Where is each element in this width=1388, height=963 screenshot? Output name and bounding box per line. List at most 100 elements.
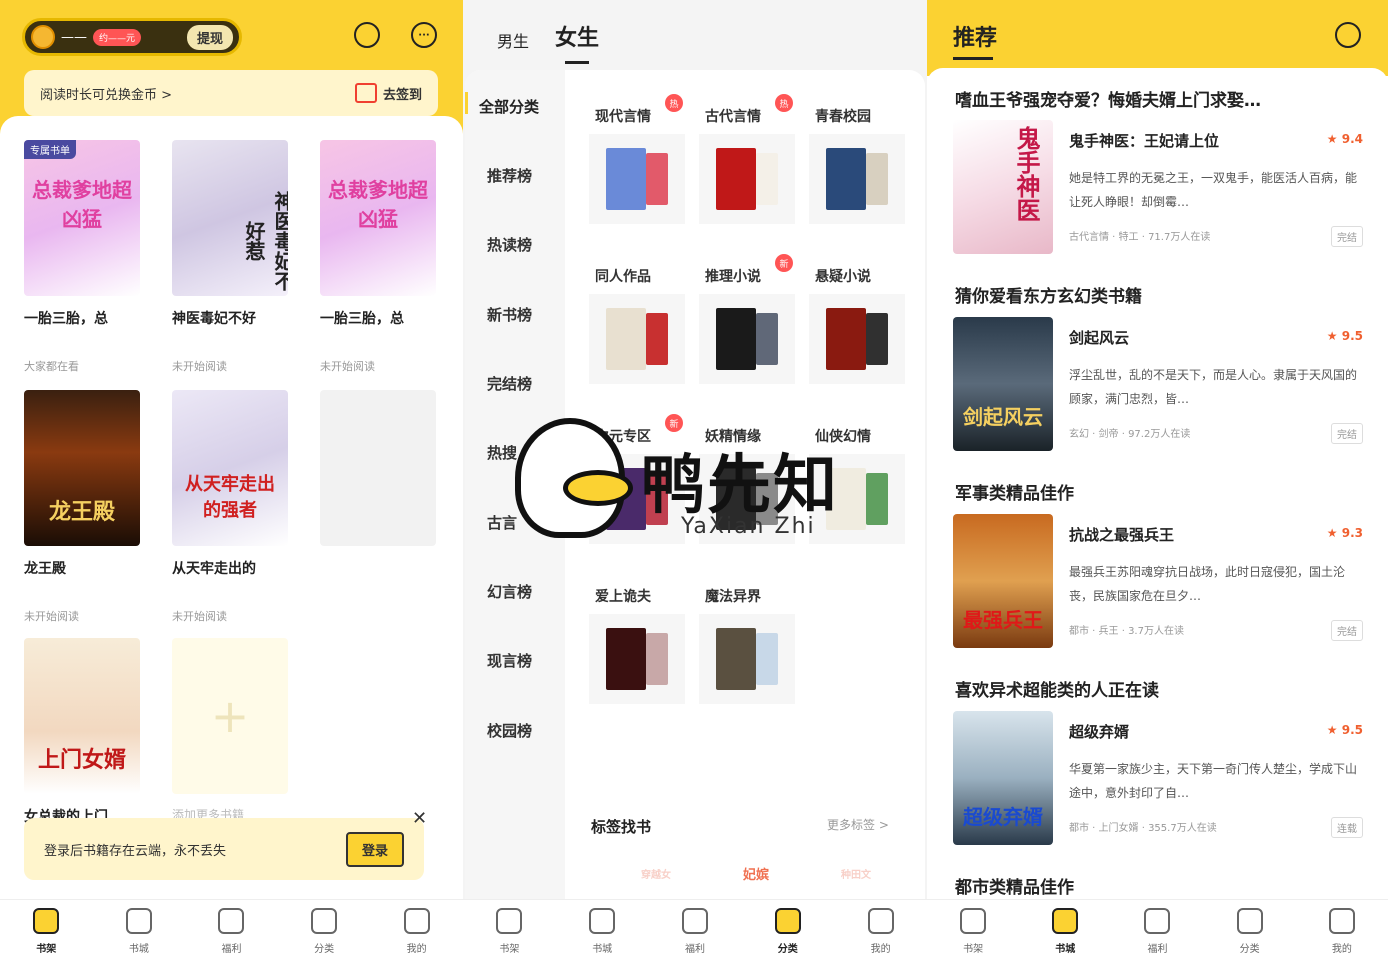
gift-icon bbox=[218, 908, 245, 934]
tab-welfare[interactable]: 福利 bbox=[1144, 908, 1171, 955]
store-icon bbox=[125, 908, 152, 934]
search-icon[interactable] bbox=[1335, 22, 1361, 48]
genre-card[interactable]: 爱上诡夫 bbox=[589, 580, 685, 704]
shelf-book[interactable]: 总裁爹地超凶猛 一胎三胎，总 未开始阅读 bbox=[320, 140, 438, 374]
bottom-tab-bar: 书架 书城 福利 分类 我的 bbox=[927, 899, 1388, 963]
tab-mine[interactable]: 我的 bbox=[403, 908, 430, 955]
tab-category[interactable]: 分类 bbox=[774, 908, 801, 955]
mini-book-cover bbox=[716, 628, 756, 690]
sidebar-item-new[interactable]: 新书榜 bbox=[487, 304, 532, 325]
login-button[interactable]: 登录 bbox=[345, 831, 404, 867]
book-title: 龙王殿 bbox=[24, 561, 66, 577]
tab-category[interactable]: 分类 bbox=[1236, 908, 1263, 955]
book-card[interactable]: 鬼手神医 鬼手神医：王妃请上位 ★ 9.4 她是特工界的无冕之王，一双鬼手，能医… bbox=[953, 120, 1373, 256]
more-icon[interactable]: ··· bbox=[411, 22, 437, 48]
profile-icon bbox=[403, 908, 430, 934]
tab-welfare[interactable]: 福利 bbox=[681, 908, 708, 955]
sidebar-item-finished[interactable]: 完结榜 bbox=[487, 373, 532, 394]
book-card[interactable]: 最强兵王 抗战之最强兵王 ★ 9.3 最强兵王苏阳魂穿抗日战场，此时日寇侵犯，国… bbox=[953, 514, 1373, 650]
close-icon[interactable]: ✕ bbox=[412, 808, 427, 829]
tab-category[interactable]: 分类 bbox=[311, 908, 338, 955]
shelf-book[interactable]: 从天牢走出的强者 从天牢走出的 未开始阅读 bbox=[172, 390, 290, 624]
tab-female[interactable]: 女生 bbox=[555, 20, 599, 64]
genre-card[interactable]: 青春校园 bbox=[809, 100, 905, 224]
tag-chip[interactable]: 穿越女 bbox=[641, 866, 671, 881]
book-card[interactable]: 剑起风云 剑起风云 ★ 9.5 浮尘乱世，乱的不是天下，而是人心。隶属于天风国的… bbox=[953, 317, 1373, 453]
tab-bookshelf[interactable]: 书架 bbox=[496, 908, 523, 955]
section-heading[interactable]: 军事类精品佳作 bbox=[955, 479, 1074, 504]
shelf-placeholder bbox=[320, 390, 438, 546]
genre-card[interactable]: 仙侠幻情 bbox=[809, 420, 905, 544]
store-icon bbox=[1052, 908, 1079, 934]
mini-book-cover bbox=[606, 148, 646, 210]
sidebar-item-campus[interactable]: 校园榜 bbox=[487, 720, 532, 741]
mini-book-cover bbox=[756, 313, 778, 365]
genre-card[interactable]: 悬疑小说 bbox=[809, 260, 905, 384]
page-title: 推荐 bbox=[953, 20, 997, 60]
book-description: 浮尘乱世，乱的不是天下，而是人心。隶属于天风国的顾家，满门忠烈，皆… bbox=[1069, 368, 1358, 406]
tag-chip[interactable]: 妃嫔 bbox=[743, 864, 769, 883]
login-prompt-text: 登录后书籍存在云端，永不丢失 bbox=[44, 843, 227, 859]
book-score: ★ 9.5 bbox=[1326, 723, 1363, 737]
book-card[interactable]: 超级弃婿 超级弃婿 ★ 9.5 华夏第一家族少主，天下第一奇门传人楚尘，学成下山… bbox=[953, 711, 1373, 847]
genre-card[interactable]: 魔法异界 bbox=[699, 580, 795, 704]
shelf-book[interactable]: 神医毒妃不好惹 神医毒妃不好 未开始阅读 bbox=[172, 140, 290, 374]
coin-icon bbox=[31, 25, 55, 49]
genre-card[interactable]: 妖精情缘 bbox=[699, 420, 795, 544]
tab-bookshelf[interactable]: 书架 bbox=[33, 908, 60, 955]
mini-book-cover bbox=[646, 633, 668, 685]
book-cover: 上门女婿 bbox=[24, 638, 140, 794]
genre-cover-stack bbox=[589, 454, 685, 544]
checkin-label: 去签到 bbox=[382, 87, 422, 103]
sidebar-item-ancient[interactable]: 古言 bbox=[487, 512, 517, 533]
sidebar-item-modern[interactable]: 现言榜 bbox=[487, 650, 532, 671]
section-heading[interactable]: 喜欢异术超能类的人正在读 bbox=[955, 676, 1159, 701]
withdraw-button[interactable]: 提现 bbox=[186, 24, 233, 50]
tab-mine[interactable]: 我的 bbox=[867, 908, 894, 955]
sidebar-item-all[interactable]: 全部分类 bbox=[479, 96, 539, 117]
genre-card[interactable]: 古代言情热 bbox=[699, 94, 795, 224]
mini-book-cover bbox=[646, 153, 668, 205]
book-description: 最强兵王苏阳魂穿抗日战场，此时日寇侵犯，国土沦丧，民族国家危在旦夕… bbox=[1069, 565, 1346, 603]
book-title: 从天牢走出的 bbox=[172, 561, 256, 577]
shelf-book[interactable]: 专属书单 总裁爹地超凶猛 一胎三胎，总 大家都在看 bbox=[24, 140, 142, 374]
genre-card[interactable]: 次元专区新 bbox=[589, 414, 685, 544]
section-heading[interactable]: 都市类精品佳作 bbox=[955, 873, 1074, 898]
more-tags-link[interactable]: 更多标签 > bbox=[827, 816, 889, 833]
book-progress: 未开始阅读 bbox=[24, 610, 79, 623]
book-name: 抗战之最强兵王 bbox=[1069, 526, 1175, 544]
tag-chip[interactable]: 种田文 bbox=[841, 866, 871, 881]
genre-card[interactable]: 推理小说新 bbox=[699, 254, 795, 384]
checkin-button[interactable]: 去签到 bbox=[354, 83, 422, 103]
book-score: ★ 9.3 bbox=[1326, 526, 1363, 540]
genre-card[interactable]: 同人作品 bbox=[589, 260, 685, 384]
tab-bookstore[interactable]: 书城 bbox=[125, 908, 152, 955]
reading-reward-banner[interactable]: 阅读时长可兑换金币 > 去签到 bbox=[24, 70, 438, 116]
sidebar-item-fantasy[interactable]: 幻言榜 bbox=[487, 581, 532, 602]
cover-title: 最强兵王 bbox=[963, 608, 1043, 632]
tab-bookstore[interactable]: 书城 bbox=[589, 908, 616, 955]
sidebar-item-recommend[interactable]: 推荐榜 bbox=[487, 165, 532, 186]
shelf-book[interactable]: 龙王殿 龙王殿 未开始阅读 bbox=[24, 390, 142, 624]
genre-name: 魔法异界 bbox=[705, 589, 761, 605]
tab-male[interactable]: 男生 bbox=[497, 28, 529, 52]
section-heading[interactable]: 猜你爱看东方玄幻类书籍 bbox=[955, 282, 1142, 307]
add-book-tile[interactable]: + 添加更多书籍 bbox=[172, 638, 290, 823]
sidebar-item-hot-search[interactable]: 热搜 bbox=[487, 442, 517, 463]
genre-card[interactable]: 现代言情热 bbox=[589, 94, 685, 224]
tab-label: 书架 bbox=[36, 944, 57, 955]
tab-welfare[interactable]: 福利 bbox=[218, 908, 245, 955]
category-card: 全部分类 推荐榜 热读榜 新书榜 完结榜 热搜 古言 幻言榜 现言榜 校园榜 现… bbox=[465, 70, 925, 963]
search-icon[interactable] bbox=[354, 22, 380, 48]
sidebar-item-hot[interactable]: 热读榜 bbox=[487, 234, 532, 255]
shelf-book[interactable]: 上门女婿 女总裁的上门 bbox=[24, 638, 142, 826]
category-sidebar: 全部分类 推荐榜 热读榜 新书榜 完结榜 热搜 古言 幻言榜 现言榜 校园榜 bbox=[465, 70, 565, 900]
mini-book-cover bbox=[756, 633, 778, 685]
section-heading[interactable]: 嗜血王爷强宠夺爱？悔婚夫婿上门求娶… bbox=[955, 86, 1261, 111]
tab-bookshelf[interactable]: 书架 bbox=[960, 908, 987, 955]
status-badge: 完结 bbox=[1331, 226, 1363, 247]
tab-label: 我的 bbox=[1331, 944, 1352, 955]
wallet-pill[interactable]: —— 约——元 提现 bbox=[22, 18, 242, 56]
tab-bookstore[interactable]: 书城 bbox=[1052, 908, 1079, 955]
tab-mine[interactable]: 我的 bbox=[1328, 908, 1355, 955]
